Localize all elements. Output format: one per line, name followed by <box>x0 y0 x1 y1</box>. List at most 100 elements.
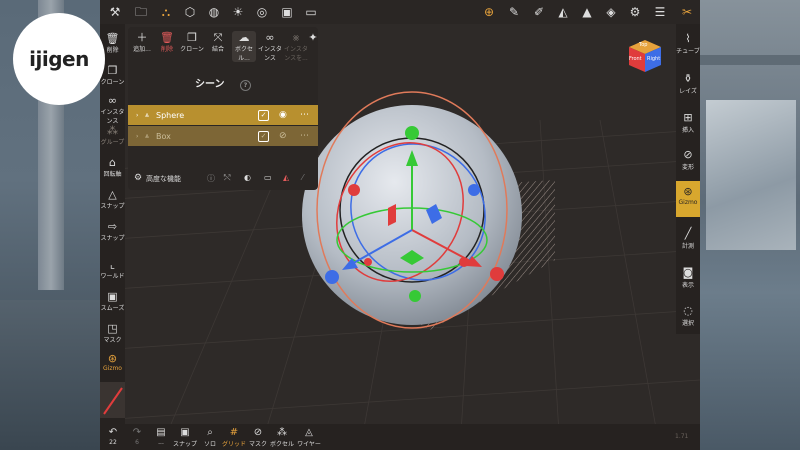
brand-logo-text: ijigen <box>29 47 89 71</box>
gear-icon[interactable]: ⚙ <box>134 173 142 183</box>
more-icon[interactable]: ⋯ <box>300 110 309 120</box>
left-world[interactable]: ⌞ ワールド <box>100 258 125 280</box>
left-color-swatch[interactable] <box>100 382 125 418</box>
panel-clone-button[interactable]: ❐ クローン <box>180 31 204 53</box>
left-gizmo[interactable]: ⊛ Gizmo <box>100 352 125 372</box>
mesh-icon: ⩓ <box>145 110 149 119</box>
triangle-icon: △ <box>108 188 117 201</box>
eye-slash-icon[interactable]: ⊘ <box>279 131 287 141</box>
slash-icon[interactable]: ⁄ <box>302 173 303 182</box>
help-icon[interactable]: ? <box>239 80 251 91</box>
wrench-icon[interactable]: ⚒ <box>106 3 124 21</box>
gear-icon[interactable]: ⚙ <box>626 3 644 21</box>
right-deform[interactable]: ⊘ 変形 <box>676 148 700 171</box>
scene-object-sphere[interactable]: › ⩓ Sphere ✓ ◉ ⋯ <box>128 105 318 125</box>
sliders-icon[interactable]: ☰ <box>651 3 669 21</box>
shapes-icon[interactable]: ⬡ <box>181 3 199 21</box>
left-snap-2[interactable]: ⇨ スナップ <box>100 220 125 242</box>
triangle-scale-icon[interactable]: ◭ <box>554 3 572 21</box>
right-lathe[interactable]: ⚱ レイズ <box>676 72 700 95</box>
help-icon[interactable]: ⓘ <box>207 173 215 184</box>
tools-icon[interactable]: ✂ <box>678 3 696 21</box>
pen-icon[interactable]: ✎ <box>505 3 523 21</box>
material-icon[interactable]: ◎ <box>253 3 271 21</box>
bulb-icon[interactable]: ◐ <box>244 173 251 182</box>
bottom-mask[interactable]: ⊘ マスク <box>248 427 268 448</box>
left-pivot[interactable]: ⌂ 回転軸 <box>100 156 125 178</box>
left-group[interactable]: ⁂ グループ <box>100 124 125 146</box>
globe-icon[interactable]: ◍ <box>205 3 223 21</box>
right-view[interactable]: ◙ 表示 <box>676 266 700 289</box>
right-tube[interactable]: ⌇ チューブ <box>676 32 700 55</box>
redo-button[interactable]: ↷ 6 <box>128 427 146 446</box>
left-toolbar: 🗑 削除 ❐ クローン ∞ インスタンス ⁂ グループ ⌂ 回転軸 △ スナップ ⇨ スナップ… <box>100 24 125 424</box>
object-name: Sphere <box>156 110 185 120</box>
background-photo-right <box>700 0 800 450</box>
share-icon[interactable]: ⤲ <box>224 173 230 183</box>
pin-icon: ✦ <box>308 31 318 44</box>
left-mask[interactable]: ◳ マスク <box>100 322 125 344</box>
arrow-icon: ⇨ <box>107 220 118 233</box>
save-icon: ▤ <box>156 427 166 438</box>
panel-pin-button[interactable]: ✦ <box>306 31 320 44</box>
save-button[interactable]: ▤... <box>152 427 170 446</box>
bottom-snapshot[interactable]: ▣ スナップ <box>172 427 198 448</box>
eye-slash-icon: ⊘ <box>253 427 263 438</box>
panel-uninstance-button[interactable]: ⨳ インスタンスを... <box>284 31 308 62</box>
triangle-icon[interactable]: ◭ <box>283 173 289 182</box>
right-select[interactable]: ◌ 選択 <box>676 304 700 327</box>
plus-icon: ＋ <box>136 31 148 44</box>
trash-icon: 🗑 <box>160 31 174 44</box>
left-instance[interactable]: ∞ インスタンス <box>100 94 125 125</box>
panel-delete-button[interactable]: 🗑 削除 <box>155 31 179 53</box>
visibility-checkbox[interactable]: ✓ <box>258 131 269 142</box>
layers-icon[interactable]: ◈ <box>602 3 620 21</box>
video-icon[interactable]: ▭ <box>302 3 320 21</box>
bottom-grid[interactable]: # グリッド <box>221 427 247 448</box>
scene-panel: ＋追加... 🗑 削除 ❐ クローン ⤧ 結合 ☁ ボクセル... ∞ インスタンス ⨳ イ… <box>128 27 318 190</box>
bottom-wireframe[interactable]: ◬ ワイヤー <box>296 427 322 448</box>
link-icon: ∞ <box>265 31 275 44</box>
screenshot-icon: ▣ <box>180 427 190 438</box>
undo-button[interactable]: ↶ 22 <box>104 427 122 446</box>
left-smooth[interactable]: ▣ スムーズ <box>100 290 125 312</box>
right-measure[interactable]: ╱ 計測 <box>676 227 700 250</box>
link-icon: ∞ <box>107 94 118 107</box>
brush-icon[interactable]: ✐ <box>530 3 548 21</box>
redo-icon: ↷ <box>132 427 142 438</box>
lock-icon: ⌂ <box>109 156 116 169</box>
delta-icon[interactable]: ▲ <box>578 3 596 21</box>
camera-icon[interactable]: ▭ <box>264 173 272 182</box>
expand-icon[interactable]: › <box>136 112 138 119</box>
right-gizmo[interactable]: ⊛ Gizmo <box>676 181 700 217</box>
sun-icon[interactable]: ☀ <box>229 3 247 21</box>
transform-gizmo-icon[interactable]: ⊕ <box>480 3 498 21</box>
advanced-features-label[interactable]: 高度な機能 <box>146 174 181 184</box>
visibility-checkbox[interactable]: ✓ <box>258 110 269 121</box>
scene-object-box[interactable]: › ⩓ Box ✓ ⊘ ⋯ <box>128 126 318 146</box>
bottom-solo[interactable]: ⌕ ソロ <box>200 427 220 448</box>
eye-icon[interactable]: ◉ <box>279 110 287 120</box>
more-icon[interactable]: ⋯ <box>300 131 309 141</box>
bottom-toolbar: ↶ 22 ↷ 6 ▤... ▣ スナップ ⌕ ソロ # グリッド ⊘ マスク ⁂ ボクセル ◬… <box>100 424 700 450</box>
merge-icon: ⤧ <box>213 31 223 44</box>
view-cube-top: Top <box>639 42 648 48</box>
undo-icon: ↶ <box>108 427 118 438</box>
bottom-voxel[interactable]: ⁂ ボクセル <box>269 427 295 448</box>
panel-instance-button[interactable]: ∞ インスタンス <box>258 31 282 62</box>
right-insert[interactable]: ⊞ 挿入 <box>676 111 700 134</box>
gizmo-icon: ⊛ <box>683 185 693 198</box>
panel-voxel-button[interactable]: ☁ ボクセル... <box>232 31 256 62</box>
view-cube-front: Front <box>629 56 642 62</box>
view-cube[interactable]: Top Front Right <box>627 38 663 74</box>
image-icon[interactable]: ▣ <box>278 3 296 21</box>
mask-icon: ◳ <box>107 322 118 335</box>
panel-merge-button[interactable]: ⤧ 結合 <box>206 31 230 53</box>
scene-graph-icon[interactable]: ⛬ <box>157 3 175 21</box>
left-snap-1[interactable]: △ スナップ <box>100 188 125 210</box>
folder-icon[interactable]: 🗀 <box>132 3 150 21</box>
gizmo-handle-green-bottom <box>409 290 421 302</box>
panel-add-button[interactable]: ＋追加... <box>130 31 154 53</box>
gizmo-handle-top <box>405 126 419 140</box>
expand-icon[interactable]: › <box>136 133 138 140</box>
